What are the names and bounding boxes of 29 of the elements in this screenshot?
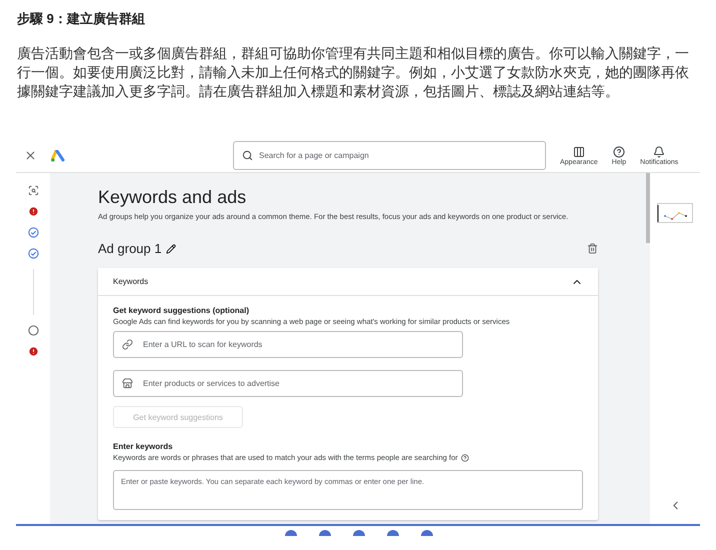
help-icon <box>612 146 625 158</box>
step-description: 廣告活動會包含一或多個廣告群組，群組可協助你管理有共同主題和相似目標的廣告。你可以輸入關鍵字，一行一個。如要使用廣泛比對，請輸入未加上任何格式的關鍵字。例如，小艾選了女款防水夾克，她的團隊再依據關鍵字建議加入更多字詞。請在廣告群組加入標題和素材資源，包括圖片、標誌及網站連結等。 <box>17 44 690 101</box>
search-field[interactable]: Search for a page or campaign <box>233 141 546 170</box>
page-title: Keywords and ads <box>98 187 248 208</box>
appearance-icon <box>572 146 585 158</box>
help-icon[interactable] <box>460 454 469 462</box>
search-icon <box>242 150 253 161</box>
empty-circle-icon <box>28 325 38 336</box>
chart-thumbnail-drawing <box>657 203 693 223</box>
input-field[interactable]: Enter a URL to scan for keywords <box>113 331 463 358</box>
section-title: Enter keywords <box>113 442 174 451</box>
close-icon[interactable] <box>24 149 37 162</box>
pencil-icon[interactable] <box>166 244 176 254</box>
bell-icon <box>653 146 666 158</box>
error-icon <box>28 346 38 357</box>
check-circle-icon <box>28 227 38 238</box>
link-icon <box>122 339 133 350</box>
trash-icon[interactable] <box>587 243 598 254</box>
keywords-header[interactable]: Keywords <box>98 268 598 296</box>
store-icon <box>122 378 133 389</box>
logo-icon <box>51 150 65 162</box>
ad-group-name: Ad group 1 <box>98 241 162 256</box>
input-field[interactable]: Enter products or services to advertise <box>113 370 463 397</box>
check-circle-icon <box>28 248 38 259</box>
preview-icon <box>28 185 38 196</box>
error-icon <box>28 206 38 217</box>
step-heading: 步驟 9：建立廣告群組 <box>16 10 146 28</box>
section-title: Get keyword suggestions (optional) <box>113 306 250 315</box>
scrollbar-thumb[interactable] <box>646 173 650 243</box>
